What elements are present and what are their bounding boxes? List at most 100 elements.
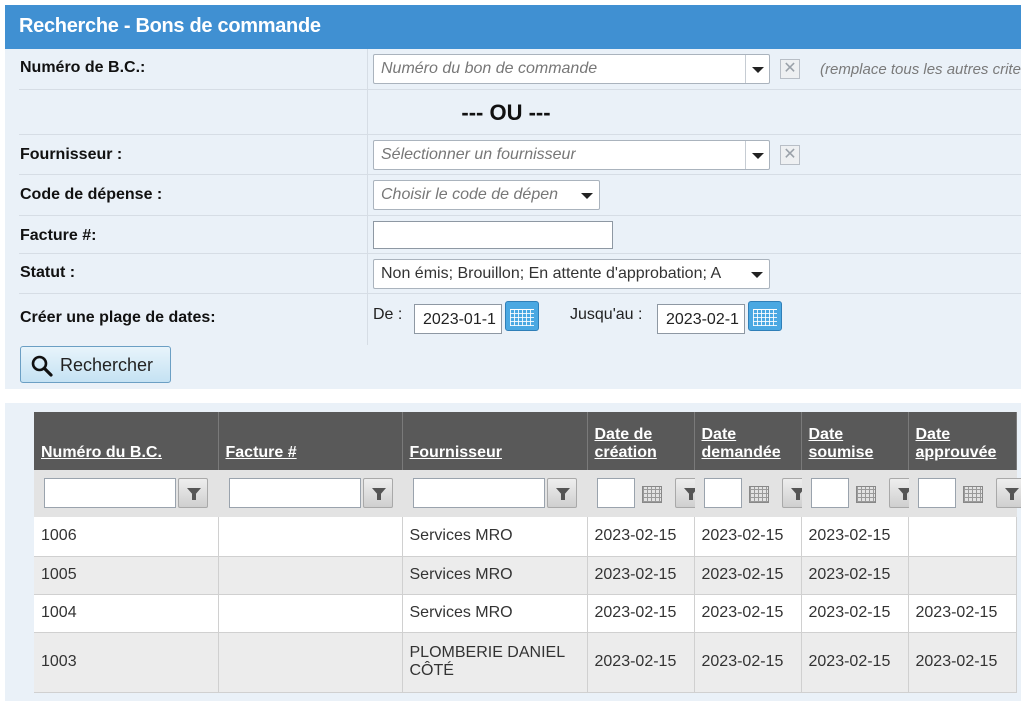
cell-requested-date: 2023-02-15	[694, 517, 802, 557]
submitted-date-filter-input[interactable]	[810, 478, 849, 508]
cell-invoice	[218, 632, 403, 693]
filter-icon[interactable]	[546, 478, 577, 508]
filter-cell-approved-date	[908, 470, 1021, 517]
po-number-note: (remplace tous les autres crite	[820, 61, 1021, 78]
column-header-requested-date[interactable]: Date demandée	[694, 412, 802, 470]
approved-date-filter-input[interactable]	[917, 478, 956, 508]
cell-requested-date: 2023-02-15	[694, 632, 802, 693]
po-number-row: Numéro de B.C.: Numéro du bon de command…	[19, 49, 1021, 90]
cell-supplier: Services MRO	[402, 517, 588, 557]
cell-approved-date: 2023-02-15	[908, 632, 1017, 693]
calendar-icon[interactable]	[505, 301, 539, 331]
column-header-po-number[interactable]: Numéro du B.C.	[34, 412, 219, 470]
clear-supplier-icon[interactable]: ✕	[780, 145, 800, 165]
status-row: Statut : Non émis; Brouillon; En attente…	[19, 254, 1021, 294]
column-header-created-date[interactable]: Date de création	[587, 412, 695, 470]
calendar-icon[interactable]	[637, 478, 665, 508]
cell-approved-date	[908, 556, 1017, 595]
cell-po-number: 1004	[34, 594, 219, 633]
po-number-label: Numéro de B.C.:	[20, 59, 146, 76]
filter-icon[interactable]	[995, 478, 1021, 508]
search-panel: Recherche - Bons de commande Numéro de B…	[5, 5, 1021, 389]
from-date-input[interactable]: 2023-01-1	[414, 304, 502, 334]
created-date-filter-input[interactable]	[596, 478, 635, 508]
status-select[interactable]: Non émis; Brouillon; En attente d'approb…	[373, 259, 770, 289]
cell-requested-date: 2023-02-15	[694, 594, 802, 633]
cell-created-date: 2023-02-15	[587, 517, 695, 557]
supplier-label: Fournisseur :	[20, 146, 123, 163]
invoice-filter-input[interactable]	[228, 478, 361, 508]
cell-created-date: 2023-02-15	[587, 594, 695, 633]
table-row[interactable]: 1005 Services MRO 2023-02-15 2023-02-15 …	[34, 556, 1017, 595]
cell-submitted-date: 2023-02-15	[801, 594, 909, 633]
results-table: Numéro du B.C. Facture # Fournisseur Dat…	[34, 412, 1021, 693]
status-label: Statut :	[20, 264, 76, 281]
status-value: Non émis; Brouillon; En attente d'approb…	[381, 265, 722, 282]
filter-row	[34, 470, 1021, 517]
cell-invoice	[218, 517, 403, 557]
supplier-filter-input[interactable]	[412, 478, 545, 508]
po-number-filter-input[interactable]	[44, 478, 176, 508]
cell-supplier: Services MRO	[402, 594, 588, 633]
to-date-input[interactable]: 2023-02-1	[657, 304, 745, 334]
chevron-down-icon[interactable]	[745, 260, 769, 288]
column-header-submitted-date[interactable]: Date soumise	[801, 412, 909, 470]
cell-po-number: 1005	[34, 556, 219, 595]
table-row[interactable]: 1006 Services MRO 2023-02-15 2023-02-15 …	[34, 517, 1017, 557]
po-number-placeholder: Numéro du bon de commande	[381, 60, 598, 77]
date-range-row: Créer une plage de dates: De : 2023-01-1…	[19, 294, 1021, 346]
chevron-down-icon[interactable]	[745, 141, 769, 169]
cell-approved-date	[908, 517, 1017, 557]
cell-invoice	[218, 556, 403, 595]
expense-code-label: Code de dépense :	[20, 186, 163, 203]
cell-requested-date: 2023-02-15	[694, 556, 802, 595]
expense-code-row: Code de dépense : Choisir le code de dép…	[19, 175, 1021, 216]
calendar-icon[interactable]	[851, 478, 879, 508]
cell-approved-date: 2023-02-15	[908, 594, 1017, 633]
from-label: De :	[373, 306, 403, 323]
supplier-placeholder: Sélectionner un fournisseur	[381, 146, 576, 163]
table-row[interactable]: 1003 PLOMBERIE DANIEL CÔTÉ 2023-02-15 20…	[34, 632, 1017, 693]
expense-code-placeholder: Choisir le code de dépen	[381, 186, 559, 203]
supplier-row: Fournisseur : Sélectionner un fournisseu…	[19, 135, 1021, 175]
results-panel: Numéro du B.C. Facture # Fournisseur Dat…	[5, 403, 1021, 701]
or-separator-row: --- OU ---	[19, 90, 1021, 135]
column-header-invoice[interactable]: Facture #	[218, 412, 403, 470]
cell-supplier: Services MRO	[402, 556, 588, 595]
cell-submitted-date: 2023-02-15	[801, 632, 909, 693]
cell-submitted-date: 2023-02-15	[801, 556, 909, 595]
filter-cell-requested-date	[694, 470, 812, 517]
cell-po-number: 1006	[34, 517, 219, 557]
invoice-input[interactable]	[373, 221, 613, 249]
column-header-supplier[interactable]: Fournisseur	[402, 412, 588, 470]
panel-title: Recherche - Bons de commande	[5, 5, 1021, 49]
table-row[interactable]: 1004 Services MRO 2023-02-15 2023-02-15 …	[34, 594, 1017, 633]
filter-icon[interactable]	[178, 478, 208, 508]
cell-created-date: 2023-02-15	[587, 556, 695, 595]
search-button[interactable]: Rechercher	[20, 346, 171, 383]
invoice-row: Facture #:	[19, 216, 1021, 254]
calendar-icon[interactable]	[958, 478, 986, 508]
cell-supplier: PLOMBERIE DANIEL CÔTÉ	[402, 632, 588, 693]
calendar-icon[interactable]	[748, 301, 782, 331]
invoice-label: Facture #:	[20, 227, 97, 244]
requested-date-filter-input[interactable]	[703, 478, 742, 508]
calendar-icon[interactable]	[744, 478, 772, 508]
po-number-combobox[interactable]: Numéro du bon de commande	[373, 54, 770, 84]
filter-cell-invoice	[218, 470, 403, 517]
filter-icon[interactable]	[362, 478, 393, 508]
filter-cell-submitted-date	[801, 470, 919, 517]
clear-po-number-icon[interactable]: ✕	[780, 59, 800, 79]
search-icon	[31, 355, 53, 377]
to-label: Jusqu'au :	[570, 306, 643, 323]
supplier-combobox[interactable]: Sélectionner un fournisseur	[373, 140, 770, 170]
cell-invoice	[218, 594, 403, 633]
chevron-down-icon[interactable]	[575, 181, 599, 209]
cell-po-number: 1003	[34, 632, 219, 693]
expense-code-select[interactable]: Choisir le code de dépen	[373, 180, 600, 210]
cell-submitted-date: 2023-02-15	[801, 517, 909, 557]
chevron-down-icon[interactable]	[745, 55, 769, 83]
or-separator: --- OU ---	[461, 100, 551, 125]
column-header-approved-date[interactable]: Date approuvée	[908, 412, 1017, 470]
filter-cell-supplier	[402, 470, 588, 517]
